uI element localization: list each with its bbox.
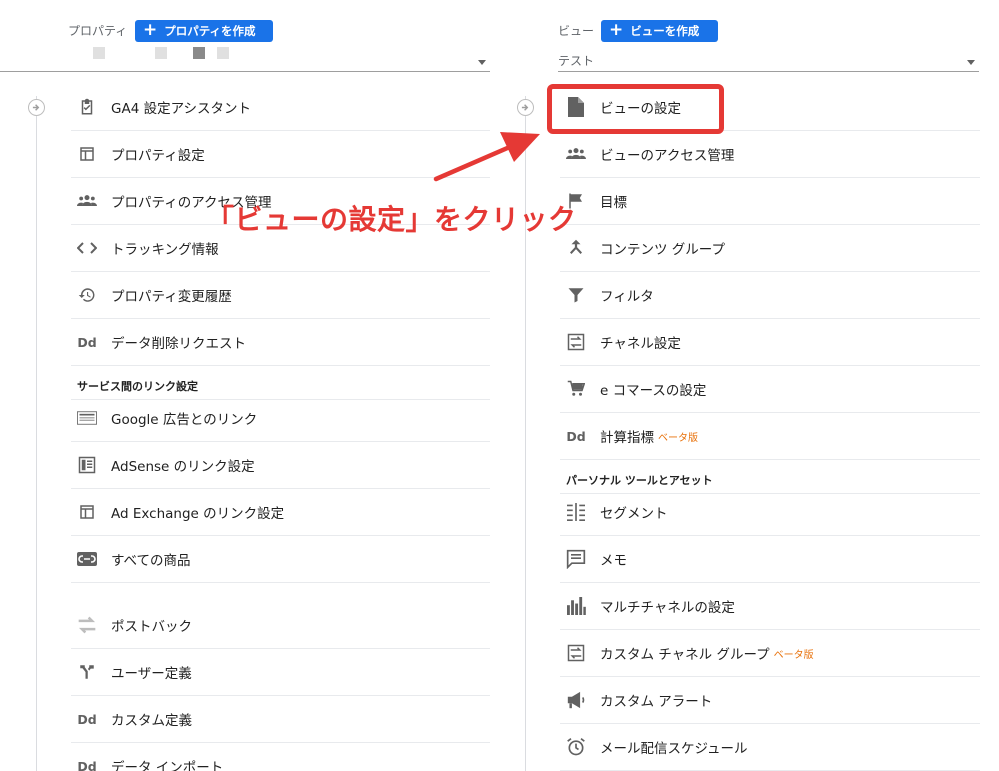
menu-item-label: Ad Exchange のリンク設定	[111, 506, 285, 522]
dd-icon: Dd	[77, 334, 97, 350]
layout-icon	[77, 502, 97, 522]
menu-item-label: メール配信スケジュール	[600, 741, 748, 757]
ads-icon	[77, 408, 97, 428]
menu-item-property-history[interactable]: プロパティ変更履歴	[71, 272, 490, 319]
plus-icon: +	[143, 19, 158, 40]
people-icon	[77, 191, 97, 211]
menu-item-label: プロパティ変更履歴	[111, 289, 232, 305]
menu-item-google-ads-link[interactable]: Google 広告とのリンク	[71, 395, 490, 442]
property-column-divider	[36, 96, 37, 771]
history-icon	[77, 285, 97, 305]
menu-item-label: フィルタ	[600, 289, 654, 305]
annotation-callout: 「ビューの設定」をクリック	[206, 203, 577, 236]
menu-item-data-deletion[interactable]: Dd データ削除リクエスト	[71, 319, 490, 366]
property-column-label: プロパティ	[68, 24, 128, 38]
menu-item-label: すべての商品	[111, 553, 191, 569]
menu-item-adsense-link[interactable]: AdSense のリンク設定	[71, 442, 490, 489]
create-view-label: ビューを作成	[630, 24, 700, 38]
menu-item-label: コンテンツ グループ	[600, 242, 725, 258]
create-view-button[interactable]: + ビューを作成	[601, 20, 718, 42]
dd-icon: Dd	[77, 758, 97, 771]
comment-icon	[566, 549, 586, 569]
create-property-label: プロパティを作成	[164, 24, 256, 38]
merge-icon	[566, 238, 586, 258]
menu-item-annotations[interactable]: メモ	[560, 536, 980, 583]
property-selector[interactable]	[0, 52, 490, 72]
menu-item-label: ビューのアクセス管理	[600, 148, 735, 164]
menu-item-postbacks[interactable]: ポストバック	[71, 602, 490, 649]
menu-item-custom-alerts[interactable]: カスタム アラート	[560, 677, 980, 724]
chevron-down-icon	[478, 60, 486, 65]
clipboard-check-icon	[77, 97, 97, 117]
dd-icon: Dd	[566, 428, 586, 444]
menu-item-scheduled-emails[interactable]: メール配信スケジュール	[560, 724, 980, 771]
plus-icon: +	[609, 19, 624, 40]
layout-icon	[77, 144, 97, 164]
create-property-button[interactable]: + プロパティを作成	[135, 20, 273, 42]
menu-item-label: メモ	[600, 553, 627, 569]
megaphone-icon	[566, 690, 586, 710]
channel-icon	[566, 643, 586, 663]
menu-item-label: GA4 設定アシスタント	[111, 101, 252, 117]
people-icon	[566, 144, 586, 164]
menu-item-label: チャネル設定	[600, 336, 681, 352]
chevron-down-icon	[967, 60, 975, 65]
menu-item-label: ユーザー定義	[111, 666, 192, 682]
dd-icon: Dd	[77, 711, 97, 727]
annotation-highlight-box	[547, 84, 724, 134]
menu-item-label: AdSense のリンク設定	[111, 459, 255, 475]
menu-item-segments[interactable]: セグメント	[560, 489, 980, 536]
view-selected-value: テスト	[558, 54, 595, 68]
menu-item-label: 目標	[600, 195, 627, 211]
beta-badge: ベータ版	[773, 649, 814, 661]
menu-item-custom-channel-grouping[interactable]: カスタム チャネル グループ ベータ版	[560, 630, 980, 677]
menu-item-label: マルチチャネルの設定	[600, 600, 735, 616]
beta-badge: ベータ版	[658, 432, 698, 444]
alarm-icon	[566, 737, 586, 757]
menu-item-ecommerce-settings[interactable]: e コマースの設定	[560, 366, 980, 413]
view-column-label: ビュー	[558, 24, 595, 38]
menu-item-label: ポストバック	[111, 619, 192, 635]
menu-item-content-grouping[interactable]: コンテンツ グループ	[560, 225, 980, 272]
property-nav-arrow-icon[interactable]	[28, 99, 45, 116]
menu-item-goals[interactable]: 目標	[560, 178, 980, 225]
menu-item-ga4-setup[interactable]: GA4 設定アシスタント	[71, 84, 490, 131]
cart-icon	[566, 379, 586, 399]
menu-item-label: セグメント	[600, 506, 668, 522]
bar-chart-icon	[566, 596, 586, 616]
filter-icon	[566, 285, 586, 305]
annotation-arrow-icon	[433, 132, 540, 182]
adsense-icon	[77, 455, 97, 475]
menu-item-view-access[interactable]: ビューのアクセス管理	[560, 131, 980, 178]
segment-icon	[566, 502, 586, 522]
menu-item-label: トラッキング情報	[111, 242, 219, 258]
menu-item-label: カスタム定義	[111, 713, 192, 729]
menu-item-ad-exchange-link[interactable]: Ad Exchange のリンク設定	[71, 489, 490, 536]
menu-item-channel-settings[interactable]: チャネル設定	[560, 319, 980, 366]
code-icon	[77, 238, 97, 258]
menu-item-label: データ インポート	[111, 760, 224, 771]
link-icon	[77, 549, 97, 569]
menu-item-data-import[interactable]: Dd データ インポート	[71, 743, 490, 771]
menu-item-user-definitions[interactable]: ユーザー定義	[71, 649, 490, 696]
menu-item-property-settings[interactable]: プロパティ設定	[71, 131, 490, 178]
view-nav-arrow-icon[interactable]	[517, 99, 534, 116]
menu-item-custom-definitions[interactable]: Dd カスタム定義	[71, 696, 490, 743]
menu-item-label: Google 広告とのリンク	[111, 412, 258, 428]
menu-item-calculated-metrics[interactable]: Dd 計算指標 ベータ版	[560, 413, 980, 460]
view-selector[interactable]: テスト	[558, 52, 979, 72]
menu-item-label: データ削除リクエスト	[111, 336, 246, 352]
menu-item-label: カスタム アラート	[600, 694, 713, 710]
menu-item-label: プロパティ設定	[111, 148, 205, 164]
menu-item-label: 計算指標	[600, 430, 654, 446]
menu-item-label: e コマースの設定	[600, 383, 707, 399]
menu-item-all-products[interactable]: すべての商品	[71, 536, 490, 583]
swap-icon	[77, 615, 97, 635]
menu-item-filters[interactable]: フィルタ	[560, 272, 980, 319]
menu-item-label: カスタム チャネル グループ	[600, 647, 770, 663]
menu-item-multichannel-settings[interactable]: マルチチャネルの設定	[560, 583, 980, 630]
fork-icon	[77, 662, 97, 682]
channel-icon	[566, 332, 586, 352]
